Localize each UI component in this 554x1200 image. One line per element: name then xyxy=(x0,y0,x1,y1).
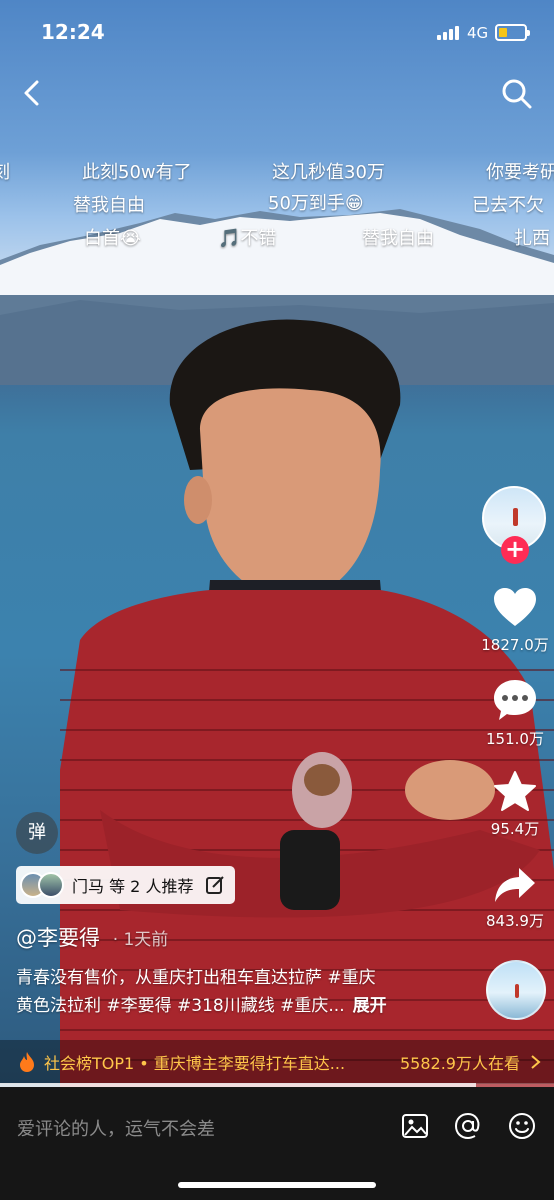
network-type: 4G xyxy=(467,24,489,42)
star-icon xyxy=(494,771,536,811)
danmaku-item: 50万到手😁 xyxy=(268,193,364,214)
caption-line: 黄色法拉利 #李要得 #318川藏线 #重庆... xyxy=(16,996,345,1016)
danmaku-item: 白首😭 xyxy=(84,228,142,249)
danmaku-item: 这几秒值30万 xyxy=(272,162,385,183)
search-icon[interactable] xyxy=(500,77,534,111)
music-disc[interactable] xyxy=(486,960,546,1020)
mention-icon[interactable] xyxy=(453,1111,483,1141)
emoji-icon[interactable] xyxy=(507,1111,537,1141)
comment-input[interactable]: 爱评论的人，运气不会差 xyxy=(17,1115,215,1141)
hot-rank-text: 社会榜TOP1 • 重庆博主李要得打车直达... xyxy=(44,1054,346,1073)
hot-rank-bar[interactable]: 社会榜TOP1 • 重庆博主李要得打车直达... 5582.9万人在看 xyxy=(0,1040,554,1084)
comment-icon xyxy=(494,680,536,720)
danmaku-item: 此刻50w有了 xyxy=(82,162,192,183)
favorite-button[interactable]: 95.4万 xyxy=(480,770,550,839)
fire-icon xyxy=(20,1052,34,1072)
like-count: 1827.0万 xyxy=(481,636,549,654)
video-caption: 青春没有售价，从重庆打出租车直达拉萨 #重庆 黄色法拉利 #李要得 #318川藏… xyxy=(16,964,476,1020)
clock: 12:24 xyxy=(41,20,105,44)
battery-icon xyxy=(495,24,530,41)
edit-icon[interactable] xyxy=(205,875,225,895)
share-button[interactable]: 843.9万 xyxy=(480,866,550,931)
danmaku-item: 刻 xyxy=(0,162,10,183)
caption-line: 青春没有售价，从重庆打出租车直达拉萨 #重庆 xyxy=(16,968,376,988)
danmaku-item: 已去不欠 xyxy=(472,195,544,216)
follow-button[interactable]: + xyxy=(501,536,529,564)
danmaku-item: 扎西 xyxy=(514,228,550,249)
heart-icon xyxy=(494,588,536,626)
share-icon xyxy=(495,868,535,902)
recommend-text: 门马 等 2 人推荐 xyxy=(72,877,194,896)
status-bar: 12:24 4G xyxy=(0,0,554,66)
avatar xyxy=(38,872,64,898)
comment-count: 151.0万 xyxy=(486,730,544,748)
danmaku-item: 替我自由 xyxy=(362,228,434,249)
author-handle[interactable]: @李要得 xyxy=(16,926,100,950)
recommend-chip[interactable]: 门马 等 2 人推荐 xyxy=(16,866,236,904)
comment-button[interactable]: 151.0万 xyxy=(480,678,550,749)
favorite-count: 95.4万 xyxy=(490,820,540,838)
expand-button[interactable]: 展开 xyxy=(353,996,387,1016)
author-line: @李要得 · 1天前 xyxy=(16,922,168,952)
danmaku-item: 你要考研 xyxy=(486,162,554,183)
like-button[interactable]: 1827.0万 xyxy=(480,586,550,655)
share-count: 843.9万 xyxy=(486,912,544,930)
danmaku-item: 🎵不错 xyxy=(218,228,277,249)
home-indicator[interactable] xyxy=(178,1182,376,1188)
danmaku-item: 替我自由 xyxy=(73,195,145,216)
image-icon[interactable] xyxy=(400,1111,430,1141)
post-time: · 1天前 xyxy=(112,930,169,950)
signal-icon xyxy=(437,26,461,40)
back-icon[interactable] xyxy=(18,78,48,108)
viewer-count: 5582.9万人在看 xyxy=(400,1054,520,1073)
danmaku-toggle-button[interactable]: 弹 xyxy=(16,812,58,854)
chevron-right-icon xyxy=(531,1055,541,1069)
